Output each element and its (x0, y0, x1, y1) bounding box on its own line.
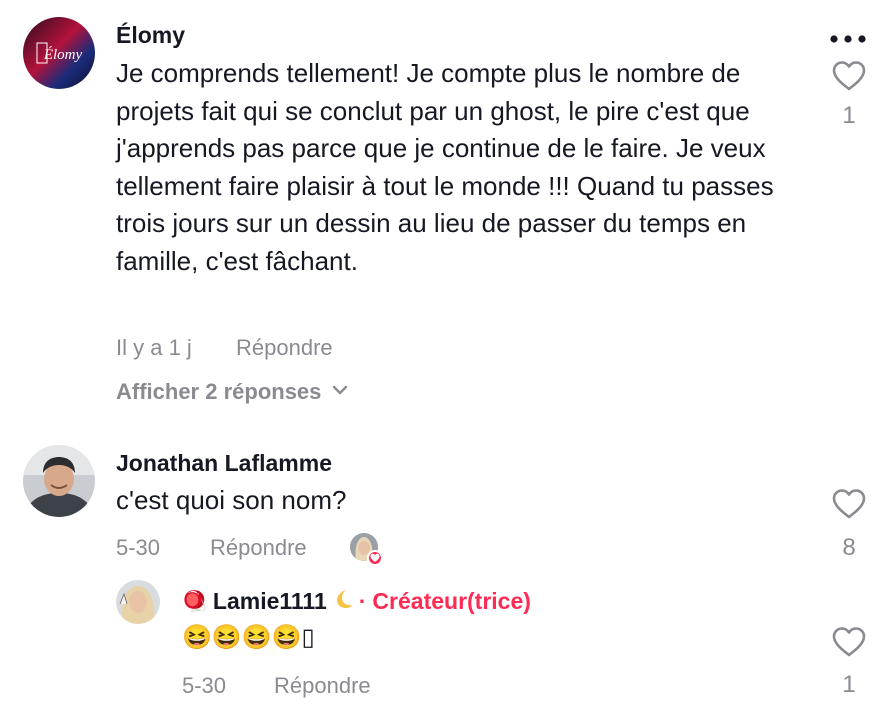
like-heart-icon[interactable] (831, 60, 867, 92)
like-heart-icon[interactable] (831, 626, 867, 658)
comment-time: 5-30 (182, 673, 227, 698)
creator-badge: Créateur(trice) (372, 588, 531, 614)
comment-username[interactable]: Jonathan Laflamme (116, 450, 332, 477)
avatar[interactable] (116, 580, 160, 624)
comment-username[interactable]: Élomy (116, 22, 185, 49)
more-options-icon[interactable] (826, 32, 870, 46)
heart-badge-icon (367, 550, 383, 566)
comment-username[interactable]: Lamie1111 (213, 588, 327, 615)
show-replies-button[interactable]: Afficher 2 réponses (116, 379, 349, 405)
chevron-down-icon (331, 383, 349, 401)
sticker-icon: 🪀 (182, 590, 207, 613)
reply-button[interactable]: Répondre (210, 535, 307, 561)
like-count: 1 (842, 671, 856, 698)
show-replies-label: Afficher 2 réponses (116, 379, 322, 404)
creator-liked-badge (350, 533, 384, 567)
like-count: 8 (842, 534, 856, 561)
avatar[interactable]: Élomy (23, 17, 95, 89)
like-count: 1 (842, 102, 856, 129)
comment-text: 😆😆😆😆▯ (182, 624, 315, 651)
reply-header: 🪀 Lamie1111 · Créateur(trice) (182, 588, 531, 615)
like-heart-icon[interactable] (831, 488, 867, 520)
separator-dot: · (358, 588, 367, 614)
comment-text: Je comprends tellement! Je compte plus l… (116, 58, 774, 276)
comment-time: Il y a 1 j (116, 335, 192, 360)
reply-button[interactable]: Répondre (236, 335, 333, 361)
comment-time: 5-30 (116, 535, 161, 560)
svg-text:Élomy: Élomy (43, 46, 83, 63)
comment-text: c'est quoi son nom? (116, 485, 347, 515)
reply-button[interactable]: Répondre (274, 673, 371, 699)
avatar[interactable] (23, 445, 95, 517)
moon-icon (333, 588, 353, 615)
